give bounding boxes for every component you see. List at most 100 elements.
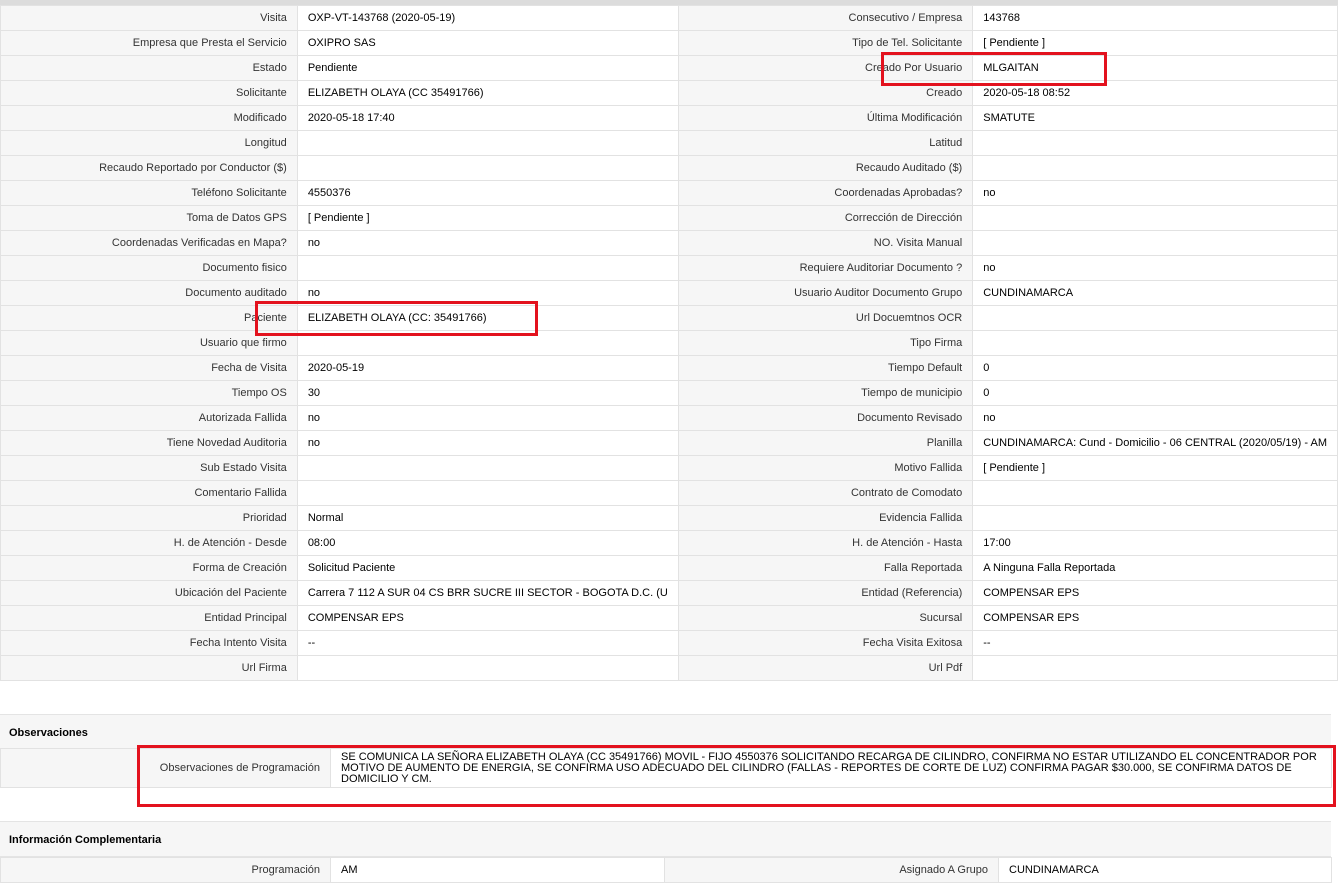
field-label: Programación (0, 857, 331, 883)
field-value: MLGAITAN (972, 55, 1338, 81)
field-label: Contrato de Comodato (677, 480, 974, 506)
informacion-complementaria-header: Información Complementaria (0, 821, 1331, 857)
field-label: Tipo Firma (677, 330, 974, 356)
field-value: [ Pendiente ] (972, 455, 1338, 481)
field-label: Visita (0, 5, 298, 31)
field-label: Fecha de Visita (0, 355, 298, 381)
observaciones-table: Observaciones de Programación SE COMUNIC… (0, 748, 1332, 788)
field-label: Entidad (Referencia) (677, 580, 974, 606)
field-value: -- (972, 630, 1338, 656)
field-value: AM (330, 857, 665, 883)
field-label: Documento fisico (0, 255, 298, 281)
field-label: Fecha Intento Visita (0, 630, 298, 656)
field-value (972, 505, 1338, 531)
complementaria-table: Programación AM Asignado A Grupo CUNDINA… (0, 857, 1332, 883)
field-value: A Ninguna Falla Reportada (972, 555, 1338, 581)
field-label: Creado (677, 80, 974, 106)
field-label: Solicitante (0, 80, 298, 106)
field-value: 2020-05-19 (296, 355, 679, 381)
field-value (972, 130, 1338, 156)
field-value: 30 (296, 380, 679, 406)
field-label: Paciente (0, 305, 298, 331)
field-label: Recaudo Reportado por Conductor ($) (0, 155, 298, 181)
field-label: Usuario que firmo (0, 330, 298, 356)
field-value: OXIPRO SAS (296, 30, 679, 56)
field-value: no (972, 180, 1338, 206)
field-value (296, 130, 679, 156)
field-value: [ Pendiente ] (972, 30, 1338, 56)
field-value: 2020-05-18 17:40 (296, 105, 679, 131)
field-label: Prioridad (0, 505, 298, 531)
table-row: Empresa que Presta el Servicio OXIPRO SAS… (0, 30, 1338, 56)
field-label: Teléfono Solicitante (0, 180, 298, 206)
field-label: Ubicación del Paciente (0, 580, 298, 606)
table-row: Tiempo OS 30 Tiempo de municipio 0 (0, 380, 1338, 406)
table-row: Usuario que firmo Tipo Firma (0, 330, 1338, 356)
field-value: ELIZABETH OLAYA (CC 35491766) (296, 80, 679, 106)
observaciones-text: SE COMUNICA LA SEÑORA ELIZABETH OLAYA (C… (330, 748, 1332, 788)
field-value (296, 155, 679, 181)
table-row: Prioridad Normal Evidencia Fallida (0, 505, 1338, 531)
field-value (972, 155, 1338, 181)
table-row: Solicitante ELIZABETH OLAYA (CC 35491766)… (0, 80, 1338, 106)
field-value: Pendiente (296, 55, 679, 81)
field-label: Última Modificación (677, 105, 974, 131)
field-value: 0 (972, 355, 1338, 381)
field-label: Latitud (677, 130, 974, 156)
field-value: 17:00 (972, 530, 1338, 556)
field-value: no (296, 430, 679, 456)
field-label: Forma de Creación (0, 555, 298, 581)
field-label: Corrección de Dirección (677, 205, 974, 231)
field-label: Fecha Visita Exitosa (677, 630, 974, 656)
field-label: Modificado (0, 105, 298, 131)
field-value: 143768 (972, 5, 1338, 31)
observaciones-section-header: Observaciones (0, 714, 1331, 750)
field-value: 2020-05-18 08:52 (972, 80, 1338, 106)
field-label: Estado (0, 55, 298, 81)
field-label: Usuario Auditor Documento Grupo (677, 280, 974, 306)
field-label: Recaudo Auditado ($) (677, 155, 974, 181)
table-row: Visita OXP-VT-143768 (2020-05-19) Consecut… (0, 5, 1338, 31)
field-value (296, 655, 679, 681)
field-value: 4550376 (296, 180, 679, 206)
field-label: Falla Reportada (677, 555, 974, 581)
field-label: Requiere Auditoriar Documento ? (677, 255, 974, 281)
table-row: Coordenadas Verificadas en Mapa? no NO. V… (0, 230, 1338, 256)
table-row: Autorizada Fallida no Documento Revisado … (0, 405, 1338, 431)
field-value: CUNDINAMARCA (972, 280, 1338, 306)
observaciones-row: Observaciones de Programación SE COMUNIC… (0, 748, 1332, 788)
field-label: NO. Visita Manual (677, 230, 974, 256)
field-label: Sub Estado Visita (0, 455, 298, 481)
field-label: Motivo Fallida (677, 455, 974, 481)
table-row: Documento fisico Requiere Auditoriar Docu… (0, 255, 1338, 281)
table-row: H. de Atención - Desde 08:00 H. de Atenció… (0, 530, 1338, 556)
field-value: Solicitud Paciente (296, 555, 679, 581)
field-label: Coordenadas Aprobadas? (677, 180, 974, 206)
field-value (972, 330, 1338, 356)
field-label: H. de Atención - Hasta (677, 530, 974, 556)
field-value (296, 255, 679, 281)
field-value: COMPENSAR EPS (296, 605, 679, 631)
field-value (296, 480, 679, 506)
field-label: Tiempo OS (0, 380, 298, 406)
field-value: 08:00 (296, 530, 679, 556)
field-value: CUNDINAMARCA: Cund - Domicilio - 06 CENT… (972, 430, 1338, 456)
field-value: CUNDINAMARCA (998, 857, 1332, 883)
table-row: Teléfono Solicitante 4550376 Coordenadas A… (0, 180, 1338, 206)
field-value: ELIZABETH OLAYA (CC: 35491766) (296, 305, 679, 331)
field-label: Longitud (0, 130, 298, 156)
field-label: Documento auditado (0, 280, 298, 306)
field-label: Asignado A Grupo (664, 857, 999, 883)
field-value (972, 480, 1338, 506)
table-row: Url Firma Url Pdf (0, 655, 1338, 681)
field-value: no (296, 230, 679, 256)
table-row: Fecha Intento Visita -- Fecha Visita Exit… (0, 630, 1338, 656)
field-label: Sucursal (677, 605, 974, 631)
field-value: COMPENSAR EPS (972, 580, 1338, 606)
field-value: [ Pendiente ] (296, 205, 679, 231)
table-row: Tiene Novedad Auditoria no Planilla CUNDIN… (0, 430, 1338, 456)
table-row: Entidad Principal COMPENSAR EPS Sucursal CO… (0, 605, 1338, 631)
field-value: no (296, 405, 679, 431)
table-row: Toma de Datos GPS[ Pendiente ] Corrección… (0, 205, 1338, 231)
field-value: OXP-VT-143768 (2020-05-19) (296, 5, 679, 31)
